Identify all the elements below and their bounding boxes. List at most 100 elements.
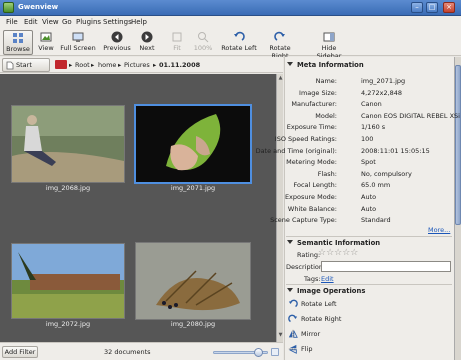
- description-field[interactable]: [321, 261, 451, 272]
- thumbnail-image: [136, 243, 250, 319]
- fullscreen-icon: [72, 32, 84, 42]
- thumbnail-caption: img_2068.jpg: [45, 184, 91, 192]
- full-screen-button[interactable]: Full Screen: [60, 30, 96, 55]
- menu-help[interactable]: Help: [131, 18, 147, 26]
- meta-value: No, compulsory: [361, 169, 412, 178]
- meta-value: Spot: [361, 158, 376, 167]
- menu-edit[interactable]: Edit: [24, 18, 38, 26]
- thumbnail-img-2080[interactable]: [135, 242, 251, 320]
- fit-button[interactable]: Fit: [169, 30, 185, 55]
- thumbnail-caption: img_2071.jpg: [170, 184, 216, 192]
- meta-label: Model:: [315, 111, 337, 120]
- browse-label: Browse: [6, 45, 30, 53]
- image-operations-header[interactable]: Image Operations: [287, 287, 365, 295]
- menu-settings[interactable]: Settings: [103, 18, 132, 26]
- rotate-right-icon: [288, 314, 298, 323]
- previous-button[interactable]: Previous: [102, 30, 132, 55]
- rotate-left-label: Rotate Left: [221, 44, 257, 52]
- op-rotate-right[interactable]: Rotate Right: [288, 314, 341, 324]
- previous-label: Previous: [103, 44, 131, 52]
- breadcrumb-item-current[interactable]: 01.11.2008: [159, 61, 200, 69]
- collapse-icon: [287, 288, 293, 292]
- meta-label: Exposure Mode:: [284, 193, 337, 201]
- next-button[interactable]: Next: [136, 30, 158, 55]
- breadcrumb-item-home[interactable]: home: [98, 61, 116, 69]
- section-title: Image Operations: [297, 287, 366, 295]
- fit-label: Fit: [173, 44, 181, 52]
- next-icon: [141, 31, 153, 43]
- status-bar: Add Filter 32 documents: [0, 342, 283, 360]
- thumbnail-view[interactable]: img_2068.jpg img_2071.jpg img_2072.jpg i…: [0, 74, 276, 342]
- tags-edit-link[interactable]: Edit: [321, 275, 334, 283]
- rotate-left-button[interactable]: Rotate Left: [221, 30, 257, 55]
- thumbnail-img-2071[interactable]: [134, 104, 252, 184]
- add-filter-button[interactable]: Add Filter: [2, 346, 38, 358]
- window-title: Gwenview: [18, 3, 59, 11]
- rotate-right-button[interactable]: Rotate Right: [260, 30, 300, 60]
- slider-handle[interactable]: [254, 348, 264, 357]
- start-page-icon: [6, 61, 14, 70]
- thumbnail-caption: img_2080.jpg: [170, 320, 216, 328]
- rotate-left-icon: [234, 31, 245, 41]
- thumbnail-img-2068[interactable]: [11, 105, 125, 183]
- meta-value: 2008:11:01 15:05:15: [361, 146, 430, 155]
- meta-value: Canon: [361, 100, 382, 109]
- start-page-button[interactable]: Start Page: [2, 58, 50, 81]
- zoom-100-button[interactable]: 100%: [192, 30, 214, 55]
- collapse-icon: [287, 240, 293, 244]
- description-label: Description:: [286, 263, 326, 271]
- op-mirror[interactable]: Mirror: [288, 329, 320, 339]
- view-button[interactable]: View: [35, 30, 57, 55]
- title-bar: Gwenview – □ ×: [0, 0, 461, 16]
- collapse-icon: [287, 62, 293, 66]
- close-icon[interactable]: ×: [443, 2, 455, 13]
- minimize-icon[interactable]: –: [411, 2, 423, 13]
- meta-value: img_2071.jpg: [361, 77, 406, 85]
- rating-stars[interactable]: ☆☆☆☆☆: [318, 248, 358, 258]
- more-link[interactable]: More...: [428, 226, 450, 234]
- op-rotate-left[interactable]: Rotate Left: [288, 299, 337, 309]
- meta-label: Metering Mode:: [286, 158, 337, 167]
- hide-sidebar-button[interactable]: Hide Sidebar: [309, 30, 349, 60]
- thumbnail-size-slider[interactable]: [213, 348, 268, 357]
- document-count: 32 documents: [104, 348, 151, 356]
- meta-information-header[interactable]: Meta Information: [287, 61, 364, 69]
- meta-value: 4,272x2,848: [361, 88, 403, 97]
- meta-value: Standard: [361, 216, 391, 225]
- gwenview-app-icon[interactable]: [3, 2, 14, 13]
- places-icon[interactable]: [55, 60, 67, 69]
- breadcrumb-item-pictures[interactable]: Pictures: [124, 61, 150, 69]
- meta-value: 1/160 s: [361, 123, 386, 132]
- next-label: Next: [139, 44, 155, 52]
- menu-view[interactable]: View: [42, 18, 59, 26]
- browse-button[interactable]: Browse: [3, 30, 33, 55]
- scroll-up-icon[interactable]: ▲: [277, 75, 284, 82]
- op-label: Mirror: [301, 330, 321, 338]
- meta-label: Date and Time (original):: [255, 146, 337, 155]
- thumbnail-scrollbar[interactable]: ▲ ▼: [276, 74, 283, 342]
- menu-file[interactable]: File: [6, 18, 18, 26]
- sidebar-scrollbar[interactable]: [454, 57, 461, 360]
- breadcrumb-item-root[interactable]: Root: [75, 61, 90, 69]
- op-label: Flip: [301, 345, 313, 353]
- divider: [286, 236, 452, 237]
- zoom-to-fit-icon[interactable]: [271, 348, 279, 356]
- menu-plugins[interactable]: Plugins: [76, 18, 101, 26]
- breadcrumb: Start Page ▸ Root ▸ home ▸ Pictures ▸ 01…: [0, 57, 283, 81]
- meta-label: Exposure Time:: [286, 123, 337, 132]
- meta-label: Image Size:: [299, 88, 337, 97]
- menu-bar: File Edit View Go Plugins Settings Help: [0, 16, 461, 29]
- view-icon: [40, 32, 52, 42]
- meta-label: Name:: [315, 77, 337, 85]
- browse-icon: [13, 33, 23, 43]
- semantic-information-header[interactable]: Semantic Information: [287, 239, 380, 247]
- menu-go[interactable]: Go: [62, 18, 72, 26]
- thumbnail-img-2072[interactable]: [11, 243, 125, 319]
- thumbnail-caption: img_2072.jpg: [45, 320, 91, 328]
- maximize-icon[interactable]: □: [426, 2, 438, 13]
- sidebar-scroll-thumb[interactable]: [455, 65, 461, 225]
- divider: [286, 284, 452, 285]
- scroll-down-icon[interactable]: ▼: [277, 332, 284, 339]
- op-flip[interactable]: Flip: [288, 344, 312, 354]
- meta-label: White Balance:: [287, 204, 337, 213]
